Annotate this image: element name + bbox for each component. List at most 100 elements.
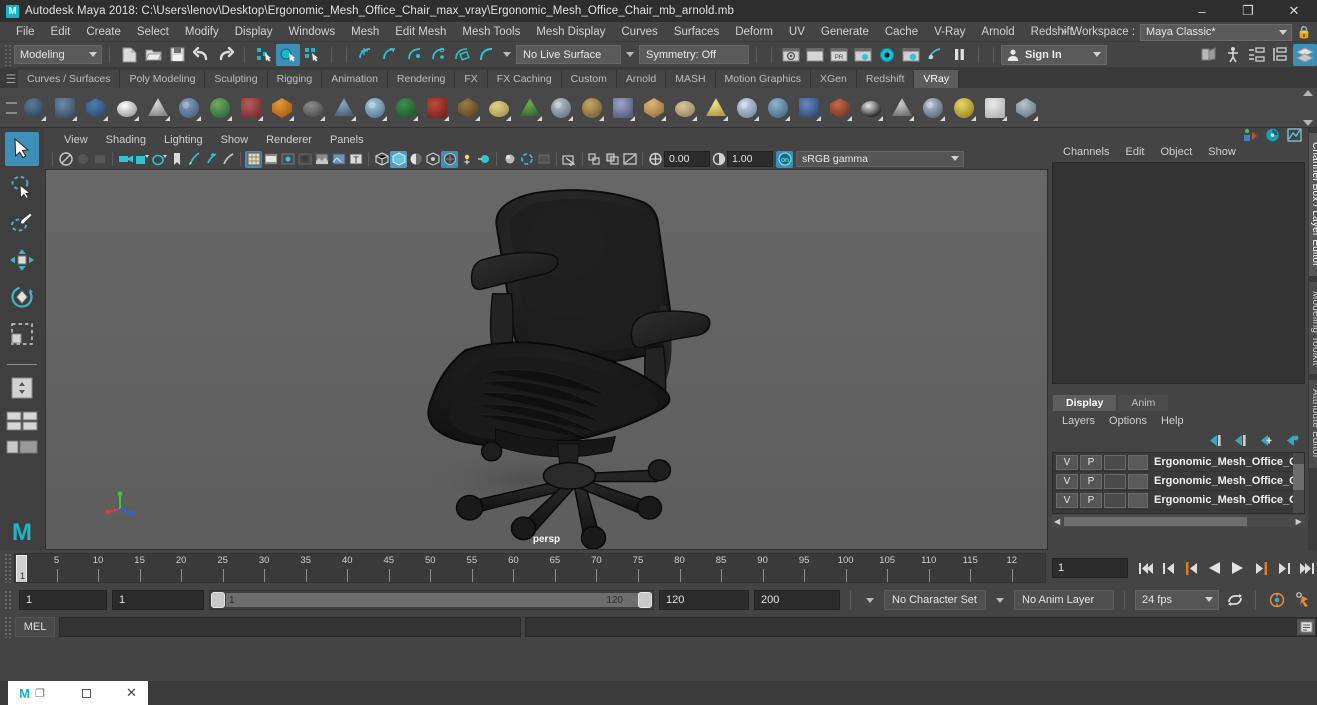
shelf-tab-rigging[interactable]: Rigging [267,70,323,88]
step-back-frame-icon[interactable] [1181,557,1202,579]
time-slider-grip[interactable] [4,553,11,583]
vray-displacement-icon[interactable] [359,91,390,124]
side-tab-modeling-toolkit[interactable]: Modeling Toolkit [1307,280,1317,376]
open-scene-icon[interactable] [141,44,165,66]
time-slider-track[interactable]: 1 5 10 15 20 25 30 35 40 45 50 55 60 65 70 75 80 85 90 95 1… [14,553,1046,583]
menu-item-cache[interactable]: Cache [877,22,926,42]
rotate-tool[interactable] [5,280,39,314]
channel-box-content[interactable] [1052,162,1305,384]
gamma-field[interactable]: 1.00 [727,151,773,167]
render-view-icon[interactable] [875,44,899,66]
ipr-render-icon[interactable] [803,44,827,66]
lock-camera-icon[interactable] [74,151,91,168]
snap-to-curves-icon[interactable] [378,44,402,66]
film-origin-icon[interactable] [262,151,279,168]
viewport-menu-panels[interactable]: Panels [321,134,373,146]
shelf-menu-icon[interactable]: ☰ [4,70,18,88]
scroll-left-icon[interactable]: ◀ [1054,517,1060,526]
minimize-icon[interactable] [82,688,91,698]
persp-outliner-icon[interactable] [5,434,39,460]
color-management-icon[interactable] [647,151,664,168]
table-row[interactable]: V P Ergonomic_Mesh_Office_Ch [1053,491,1304,510]
step-back-keyframe-icon[interactable] [1158,557,1179,579]
minimize-button[interactable]: – [1179,0,1225,22]
undo-icon[interactable] [189,44,213,66]
shelf-item-options-icon[interactable] [785,116,790,121]
shelf-item-options-icon[interactable] [816,116,821,121]
shelf-item-options-icon[interactable] [103,116,108,121]
viewport-snapshot-icon[interactable] [561,151,578,168]
live-surface-field[interactable]: No Live Surface [516,45,621,64]
shelf-tab-xgen[interactable]: XGen [811,70,857,88]
vray-vrscene-icon[interactable] [111,91,142,124]
restore-icon[interactable]: ❐ [35,687,45,700]
resolution-gate-icon[interactable] [202,151,219,168]
layer-menu-layers[interactable]: Layers [1055,415,1102,427]
color-management-dropdown[interactable]: sRGB gamma [796,151,964,167]
shelf-item-options-icon[interactable] [630,116,635,121]
play-backwards-icon[interactable] [1204,557,1225,579]
shelf-item-options-icon[interactable] [72,116,77,121]
shelf-grip[interactable] [4,88,18,128]
select-by-hierarchy-icon[interactable] [252,44,276,66]
fps-dropdown[interactable]: 24 fps [1135,590,1219,610]
color-management-toggle-icon[interactable]: on [776,150,793,168]
animation-preferences-icon[interactable] [1292,589,1313,611]
range-start-field[interactable]: 1 [112,590,204,610]
move-layer-up-icon[interactable] [1207,434,1223,447]
vray-material-sphere-icon[interactable] [793,91,824,124]
vray-render-frame-icon[interactable] [886,91,917,124]
snap-to-points-icon[interactable] [402,44,426,66]
chevron-down-icon[interactable] [866,597,874,603]
lock-icon[interactable]: 🔒 [1295,23,1313,41]
table-row[interactable]: V P Ergonomic_Mesh_Office_Ch [1053,453,1304,472]
scroll-up-icon[interactable] [1303,90,1313,96]
textured-icon[interactable]: T [347,151,364,168]
vray-vfb-icon[interactable] [917,91,948,124]
anim-layer-field[interactable]: No Anim Layer [1014,590,1114,610]
layer-shading-toggle[interactable] [1104,473,1126,489]
menu-item-edit[interactable]: Edit [43,22,79,42]
shelf-item-options-icon[interactable] [320,116,325,121]
shelf-tab-arnold[interactable]: Arnold [616,70,667,88]
menu-item-edit-mesh[interactable]: Edit Mesh [387,22,454,42]
menu-item-arnold[interactable]: Arnold [973,22,1022,42]
grease-pencil-icon[interactable] [151,151,168,168]
shelf-item-options-icon[interactable] [165,116,170,121]
script-editor-icon[interactable] [1297,619,1315,635]
scroll-thumb[interactable] [1064,516,1247,526]
show-hide-human-ik-icon[interactable] [1221,44,1245,66]
menu-item-mesh-display[interactable]: Mesh Display [528,22,613,42]
layer-playback-toggle[interactable]: P [1080,492,1102,508]
render-settings-icon[interactable]: PR [827,44,851,66]
lasso-select-tool[interactable] [5,169,39,203]
playback-loop-icon[interactable] [1224,589,1245,611]
channelbox-menu-show[interactable]: Show [1200,146,1244,158]
scroll-thumb[interactable] [1292,464,1304,490]
grab-viewport-icon[interactable] [587,151,604,168]
current-frame-field[interactable]: 1 [1052,558,1128,578]
layer-playback-toggle[interactable]: P [1080,454,1102,470]
chevron-down-icon[interactable] [626,52,634,57]
snap-to-projected-center-icon[interactable] [426,44,450,66]
vray-render-elements-icon[interactable] [142,91,173,124]
menu-item-v-ray[interactable]: V-Ray [926,22,973,42]
menu-item-mesh[interactable]: Mesh [343,22,387,42]
snap-to-grids-icon[interactable] [354,44,378,66]
graph-editor-icon[interactable] [1287,128,1302,142]
select-by-object-type-icon[interactable] [276,43,300,66]
shelf-item-options-icon[interactable] [847,116,852,121]
vray-mesh-light-icon[interactable] [700,91,731,124]
shelf-item-options-icon[interactable] [909,116,914,121]
shelf-tab-rendering[interactable]: Rendering [387,70,456,88]
anim-end-field[interactable]: 200 [754,590,840,610]
layer-name[interactable]: Ergonomic_Mesh_Office_Ch [1154,456,1304,468]
four-view-layout-icon[interactable] [5,408,39,434]
last-used-tool-icon[interactable] [5,371,39,405]
shelf-item-options-icon[interactable] [940,116,945,121]
hypershade-icon[interactable] [851,44,875,66]
smooth-shade-icon[interactable] [390,150,407,168]
viewport-menu-renderer[interactable]: Renderer [257,134,321,146]
render-current-frame-icon[interactable] [779,44,803,66]
shelf-item-options-icon[interactable] [413,116,418,121]
